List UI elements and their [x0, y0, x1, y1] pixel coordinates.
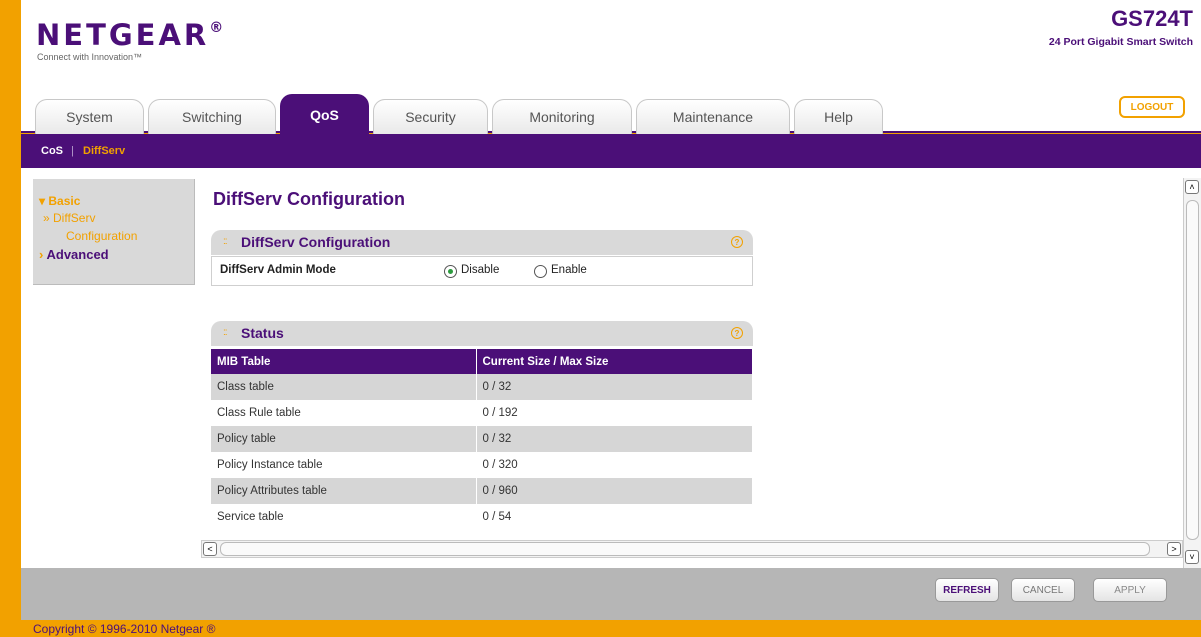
horizontal-scroll-thumb[interactable]: [220, 542, 1150, 556]
enable-radio[interactable]: [534, 265, 547, 278]
mib-table-name: Policy Instance table: [211, 452, 477, 478]
mib-table-size: 0 / 32: [476, 374, 753, 400]
column-header-mib-table: MIB Table: [211, 349, 477, 374]
mib-table-size: 0 / 320: [476, 452, 753, 478]
tab-help[interactable]: Help: [794, 99, 883, 134]
help-icon[interactable]: ?: [731, 236, 743, 248]
enable-radio-label[interactable]: Enable: [551, 264, 587, 276]
table-header-row: MIB Table Current Size / Max Size: [211, 349, 753, 374]
product-description: 24 Port Gigabit Smart Switch: [1048, 36, 1193, 48]
logo-text: NETGEAR: [36, 18, 210, 52]
scroll-down-button[interactable]: ˅: [1185, 550, 1199, 564]
status-section-title: Status: [241, 325, 284, 341]
vertical-scroll-thumb[interactable]: [1186, 200, 1199, 540]
column-header-size: Current Size / Max Size: [476, 349, 753, 374]
table-row: Policy Attributes table 0 / 960: [211, 478, 753, 504]
horizontal-scrollbar[interactable]: < >: [201, 540, 1183, 558]
table-row: Policy Instance table 0 / 320: [211, 452, 753, 478]
tab-security[interactable]: Security: [373, 99, 488, 134]
disable-radio-label[interactable]: Disable: [461, 264, 499, 276]
sub-navigation: CoS | DiffServ: [21, 134, 1201, 168]
table-row: Policy table 0 / 32: [211, 426, 753, 452]
main-content: ▾ Basic » DiffServ Configuration › Advan…: [21, 168, 1201, 568]
tab-qos[interactable]: QoS: [280, 94, 369, 134]
mib-table-size: 0 / 54: [476, 504, 753, 530]
refresh-button[interactable]: REFRESH: [935, 578, 999, 602]
status-section-header: :: Status ?: [211, 321, 753, 346]
status-table: MIB Table Current Size / Max Size Class …: [211, 349, 753, 530]
grip-icon: ::: [223, 327, 227, 338]
sidebar-item-basic[interactable]: ▾ Basic: [39, 194, 80, 208]
disable-radio[interactable]: [444, 265, 457, 278]
mib-table-size: 0 / 192: [476, 400, 753, 426]
tab-switching[interactable]: Switching: [148, 99, 276, 134]
sidebar-item-diffserv-configuration-line2[interactable]: Configuration: [66, 229, 137, 243]
mib-table-size: 0 / 960: [476, 478, 753, 504]
table-row: Class Rule table 0 / 192: [211, 400, 753, 426]
copyright-text: Copyright © 1996-2010 Netgear ®: [33, 622, 216, 636]
admin-mode-row: DiffServ Admin Mode Disable Enable: [211, 256, 753, 286]
page-title: DiffServ Configuration: [213, 189, 405, 209]
subnav-item-cos[interactable]: CoS: [41, 145, 63, 157]
sidebar-basic-label: Basic: [48, 194, 81, 208]
subnav-separator: |: [71, 145, 74, 157]
logo-mark: ®: [209, 20, 227, 36]
mib-table-name: Policy table: [211, 426, 477, 452]
chevron-right-icon: ›: [39, 247, 44, 262]
main-tabs: System Switching QoS Security Monitoring…: [35, 94, 887, 134]
app-frame: NETGEAR® Connect with Innovation™ GS724T…: [21, 0, 1201, 637]
table-row: Class table 0 / 32: [211, 374, 753, 400]
config-section-title: DiffServ Configuration: [241, 234, 391, 250]
mib-table-name: Policy Attributes table: [211, 478, 477, 504]
mib-table-size: 0 / 32: [476, 426, 753, 452]
tagline: Connect with Innovation™: [37, 52, 143, 62]
scroll-right-button[interactable]: >: [1167, 542, 1181, 556]
tab-monitoring[interactable]: Monitoring: [492, 99, 632, 134]
sidebar-advanced-label: Advanced: [46, 247, 109, 262]
apply-button[interactable]: APPLY: [1093, 578, 1167, 602]
header: NETGEAR® Connect with Innovation™ GS724T…: [21, 0, 1201, 134]
subnav-item-diffserv[interactable]: DiffServ: [83, 145, 125, 157]
help-icon[interactable]: ?: [731, 327, 743, 339]
action-bar: REFRESH CANCEL APPLY: [21, 568, 1201, 620]
grip-icon: ::: [223, 236, 227, 247]
product-model: GS724T: [1111, 6, 1193, 31]
mib-table-name: Service table: [211, 504, 477, 530]
admin-mode-label: DiffServ Admin Mode: [220, 264, 336, 276]
sidebar-item-advanced[interactable]: › Advanced: [39, 247, 109, 262]
logout-button[interactable]: LOGOUT: [1119, 96, 1185, 118]
sidebar: ▾ Basic » DiffServ Configuration › Advan…: [33, 179, 195, 285]
cancel-button[interactable]: CANCEL: [1011, 578, 1075, 602]
scroll-up-button[interactable]: ˄: [1185, 180, 1199, 194]
table-row: Service table 0 / 54: [211, 504, 753, 530]
chevron-down-icon: ▾: [39, 194, 46, 208]
tab-system[interactable]: System: [35, 99, 144, 134]
netgear-logo: NETGEAR®: [36, 18, 226, 52]
mib-table-name: Class table: [211, 374, 477, 400]
tab-maintenance[interactable]: Maintenance: [636, 99, 790, 134]
scroll-left-button[interactable]: <: [203, 542, 217, 556]
mib-table-name: Class Rule table: [211, 400, 477, 426]
vertical-scrollbar[interactable]: ˄ ˅: [1183, 178, 1201, 568]
config-section-header: :: DiffServ Configuration ?: [211, 230, 753, 255]
sidebar-item-diffserv-configuration[interactable]: » DiffServ: [43, 211, 95, 225]
